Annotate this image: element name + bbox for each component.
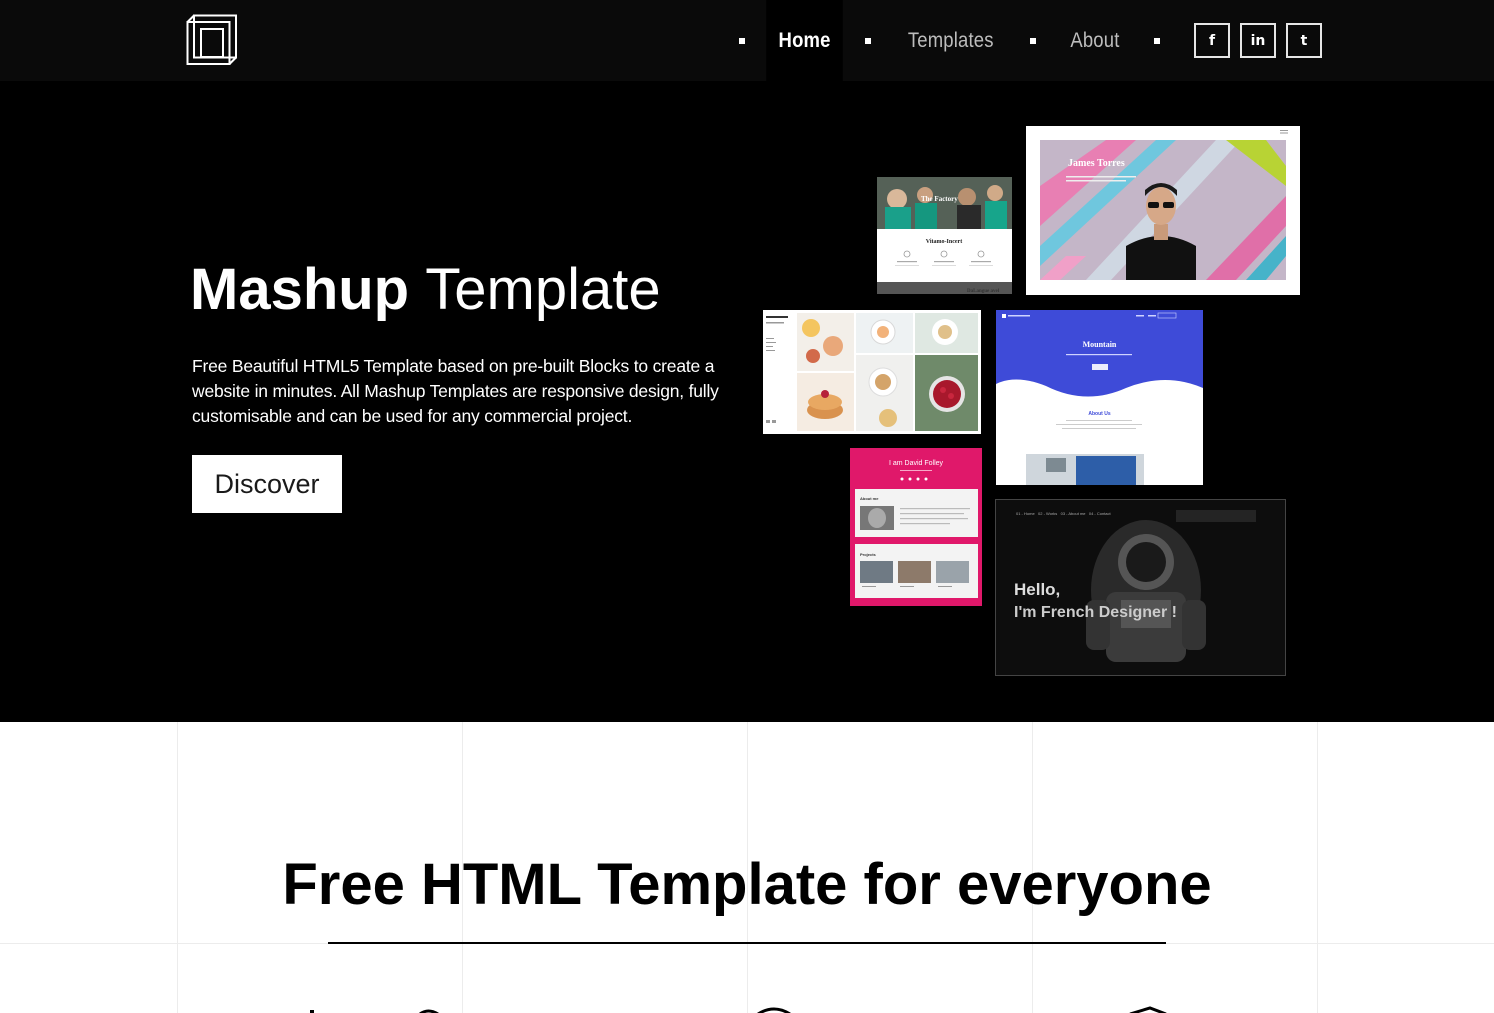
feature-icon	[757, 1007, 791, 1013]
james-torres-preview-image	[1026, 126, 1300, 295]
section-title: Free HTML Template for everyone	[282, 852, 1212, 917]
hero-section: Mashup Template Free Beautiful HTML5 Tem…	[0, 81, 1494, 722]
social-links: f in t	[1184, 23, 1322, 58]
hero-title-light: Template	[425, 257, 661, 322]
mountain-preview-image	[996, 310, 1203, 485]
nav-separator-dot	[864, 37, 871, 44]
feature-icon	[1129, 1006, 1167, 1013]
mountain-preview-title: Mountain	[1082, 340, 1117, 349]
linkedin-icon[interactable]: in	[1240, 23, 1276, 58]
features-section: Free HTML Template for everyone	[0, 722, 1494, 1013]
factory-preview-title: The Factory	[921, 195, 958, 203]
nav-item-about[interactable]: About	[1057, 0, 1133, 81]
david-folley-preview-name: I am David Folley	[888, 460, 944, 467]
food-gallery-preview-image	[763, 310, 981, 434]
david-folley-preview-about: About me	[860, 496, 879, 501]
nav-item-home[interactable]: Home	[766, 0, 844, 81]
french-designer-preview-tagline: I'm French Designer !	[1014, 604, 1177, 621]
facebook-icon[interactable]: f	[1194, 23, 1230, 58]
template-preview-james-torres[interactable]: James Torres	[1026, 126, 1300, 295]
hero-description: Free Beautiful HTML5 Template based on p…	[192, 356, 719, 426]
template-preview-french-designer[interactable]: 01 - Home 02 - Works 03 - About me 04 - …	[995, 499, 1286, 676]
nav-separator-dot	[1154, 37, 1160, 44]
nav-separator-dot	[739, 37, 746, 44]
nav-separator-dot	[1030, 37, 1037, 44]
template-preview-david-folley[interactable]: I am David Folley About me Projects	[850, 448, 982, 606]
template-preview-factory[interactable]: Vitamo-Incert DaLangue avel The Factory	[877, 177, 1012, 294]
hero-title-bold: Mashup	[190, 257, 410, 322]
french-designer-preview-hello: Hello,	[1014, 580, 1061, 599]
mountain-preview-about: About Us	[1088, 411, 1111, 417]
title-underline	[328, 942, 1166, 944]
logo[interactable]	[186, 14, 237, 65]
french-designer-preview-nav: 01 - Home 02 - Works 03 - About me 04 - …	[1016, 511, 1111, 516]
david-folley-preview-projects: Projects	[860, 552, 876, 557]
svg-text:DaLangue avel: DaLangue avel	[967, 289, 1000, 294]
hero-title: Mashup Template	[190, 259, 661, 321]
nav-item-templates[interactable]: Templates	[894, 0, 1006, 81]
template-preview-food-gallery[interactable]	[763, 310, 981, 434]
james-torres-preview-name: James Torres	[1068, 158, 1125, 169]
main-nav: Home Templates About f in t	[723, 0, 1322, 81]
david-folley-preview-image	[850, 448, 982, 606]
logo-mark-icon	[186, 14, 237, 65]
template-preview-mountain[interactable]: Mountain About Us	[996, 310, 1203, 485]
twitter-icon[interactable]: t	[1286, 23, 1322, 58]
site-header: Home Templates About f in t	[0, 0, 1494, 81]
svg-text:Vitamo-Incert: Vitamo-Incert	[926, 239, 962, 245]
discover-button[interactable]: Discover	[192, 455, 342, 513]
feature-icon	[310, 1009, 439, 1013]
